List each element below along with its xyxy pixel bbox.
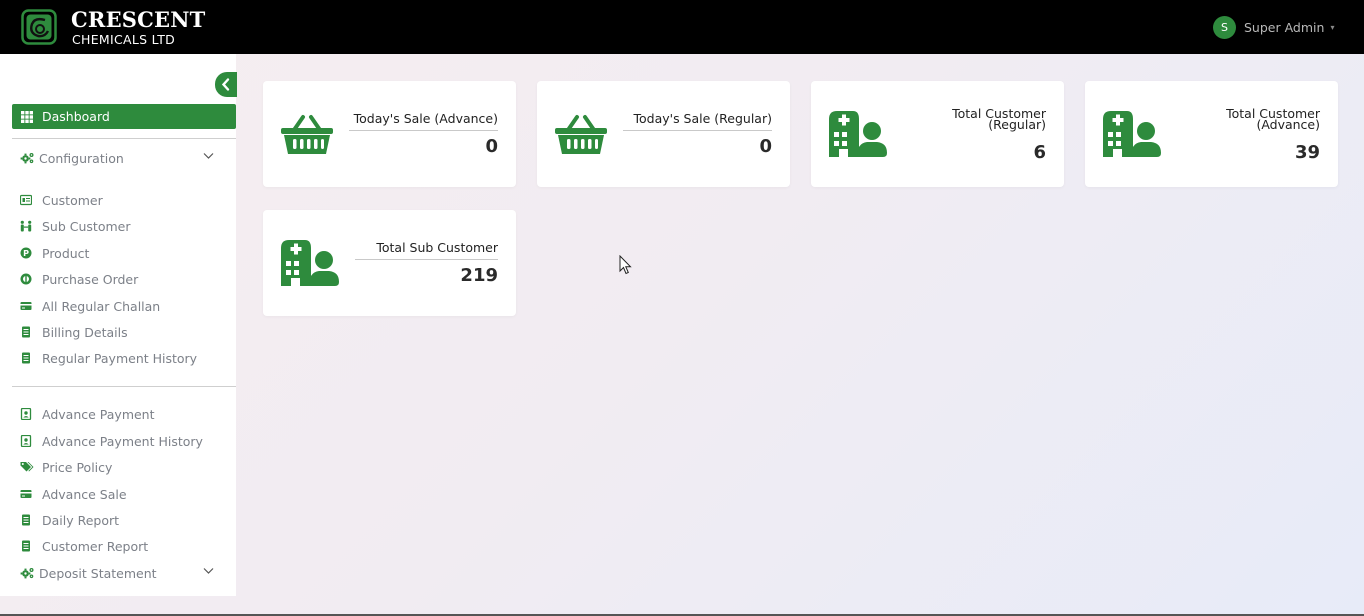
sidebar-item-dashboard[interactable]: Dashboard	[12, 104, 236, 129]
sidebar-divider	[12, 138, 236, 139]
brand-name: CRESCENT	[71, 7, 206, 32]
stat-card-total-sub-customer[interactable]: Total Sub Customer 219	[263, 210, 516, 316]
document-icon	[20, 514, 32, 526]
credit-card-icon	[20, 488, 32, 500]
credit-card-icon	[20, 300, 32, 312]
stat-card-label: Total Customer (Regular)	[952, 107, 1046, 131]
hospital-user-icon	[1103, 111, 1161, 157]
svg-text:P: P	[23, 249, 29, 258]
stat-card-value: 39	[1294, 142, 1320, 163]
sidebar-collapse-button[interactable]	[215, 72, 237, 97]
sidebar-item-product[interactable]: P Product	[20, 244, 230, 262]
sidebar-item-label: Advance Payment	[42, 406, 155, 422]
sidebar-item-customer[interactable]: Customer	[20, 191, 230, 209]
chevron-left-icon	[221, 78, 230, 91]
stat-card-divider	[355, 259, 498, 260]
sidebar-item-label: Daily Report	[42, 512, 120, 528]
stat-card-todays-sale-regular[interactable]: Today's Sale (Regular) 0	[537, 81, 790, 187]
stat-card-value: 6	[1033, 142, 1046, 163]
sidebar-item-label: Configuration	[39, 150, 124, 166]
mouse-cursor-icon	[619, 255, 632, 275]
stat-card-total-customer-advance[interactable]: Total Customer (Advance) 39	[1085, 81, 1338, 187]
contact-book-icon	[20, 408, 32, 420]
product-p-icon: P	[20, 247, 32, 259]
cogs-icon	[20, 152, 35, 164]
stat-card-total-customer-regular[interactable]: Total Customer (Regular) 6	[811, 81, 1064, 187]
top-navbar: CRESCENT CHEMICALS LTD S Super Admin ▾	[0, 0, 1364, 54]
caret-down-icon[interactable]: ▾	[1330, 23, 1334, 32]
sidebar-item-label: All Regular Challan	[42, 298, 161, 314]
sidebar-item-price-policy[interactable]: Price Policy	[20, 458, 230, 476]
sidebar-item-advance-payment[interactable]: Advance Payment	[20, 405, 230, 423]
sidebar-item-sub-customer[interactable]: Sub Customer	[20, 217, 230, 235]
sidebar-item-purchase-order[interactable]: Purchase Order	[20, 270, 230, 288]
hospital-user-icon	[281, 240, 339, 286]
sidebar-item-billing-details[interactable]: Billing Details	[20, 323, 230, 341]
grid-icon	[21, 110, 33, 123]
sidebar-item-configuration[interactable]: Configuration	[20, 149, 230, 167]
contact-book-icon	[20, 435, 32, 447]
sidebar-item-label: Price Policy	[42, 459, 113, 475]
stat-card-divider	[349, 130, 498, 131]
sidebar-item-advance-sale[interactable]: Advance Sale	[20, 485, 230, 503]
id-card-icon	[20, 194, 32, 206]
sidebar-item-all-regular-challan[interactable]: All Regular Challan	[20, 297, 230, 315]
document-icon	[20, 326, 32, 338]
sidebar-item-label: Deposit Statement	[39, 565, 157, 581]
stat-card-label: Total Sub Customer	[376, 240, 498, 255]
chevron-down-icon[interactable]	[203, 152, 214, 160]
sidebar-item-customer-report[interactable]: Customer Report	[20, 537, 230, 555]
user-name[interactable]: Super Admin	[1244, 20, 1324, 35]
stat-card-label: Today's Sale (Regular)	[633, 111, 772, 126]
purchase-order-icon	[20, 273, 32, 285]
sidebar-item-regular-payment-history[interactable]: Regular Payment History	[20, 349, 230, 367]
stat-card-todays-sale-advance[interactable]: Today's Sale (Advance) 0	[263, 81, 516, 187]
sidebar-item-label: Sub Customer	[42, 218, 131, 234]
sidebar-item-label: Purchase Order	[42, 271, 139, 287]
sidebar-item-deposit-statement[interactable]: Deposit Statement	[20, 564, 230, 582]
stat-card-value: 219	[460, 265, 498, 286]
document-icon	[20, 352, 32, 364]
sidebar-item-daily-report[interactable]: Daily Report	[20, 511, 230, 529]
sidebar-item-label: Billing Details	[42, 324, 128, 340]
stat-card-divider	[623, 130, 772, 131]
sidebar: Dashboard Configuration Customer Sub Cus…	[0, 54, 237, 596]
cogs-icon	[20, 567, 35, 579]
avatar[interactable]: S	[1213, 15, 1236, 39]
stat-card-value: 0	[485, 136, 498, 157]
company-logo-icon[interactable]	[21, 9, 57, 45]
sidebar-item-label: Advance Payment History	[42, 433, 203, 449]
sidebar-item-label: Customer Report	[42, 538, 149, 554]
document-icon	[20, 540, 32, 552]
stat-card-label: Total Customer (Advance)	[1226, 107, 1320, 131]
stat-card-value: 0	[759, 136, 772, 157]
sidebar-item-label: Dashboard	[42, 109, 110, 124]
user-menu[interactable]: S Super Admin ▾	[1213, 15, 1334, 39]
basket-icon	[281, 114, 333, 154]
tags-icon	[20, 462, 34, 472]
sidebar-item-advance-payment-history[interactable]: Advance Payment History	[20, 432, 230, 450]
sidebar-item-label: Regular Payment History	[42, 350, 198, 366]
sidebar-item-label: Customer	[42, 192, 103, 208]
sidebar-divider	[12, 386, 236, 387]
hospital-user-icon	[829, 111, 887, 157]
sidebar-item-label: Product	[42, 245, 90, 261]
brand-subtitle: CHEMICALS LTD	[72, 32, 176, 47]
stat-card-label: Today's Sale (Advance)	[353, 111, 498, 126]
users-link-icon	[20, 220, 32, 232]
chevron-down-icon[interactable]	[203, 567, 214, 575]
sidebar-item-label: Advance Sale	[42, 486, 127, 502]
basket-icon	[555, 114, 607, 154]
